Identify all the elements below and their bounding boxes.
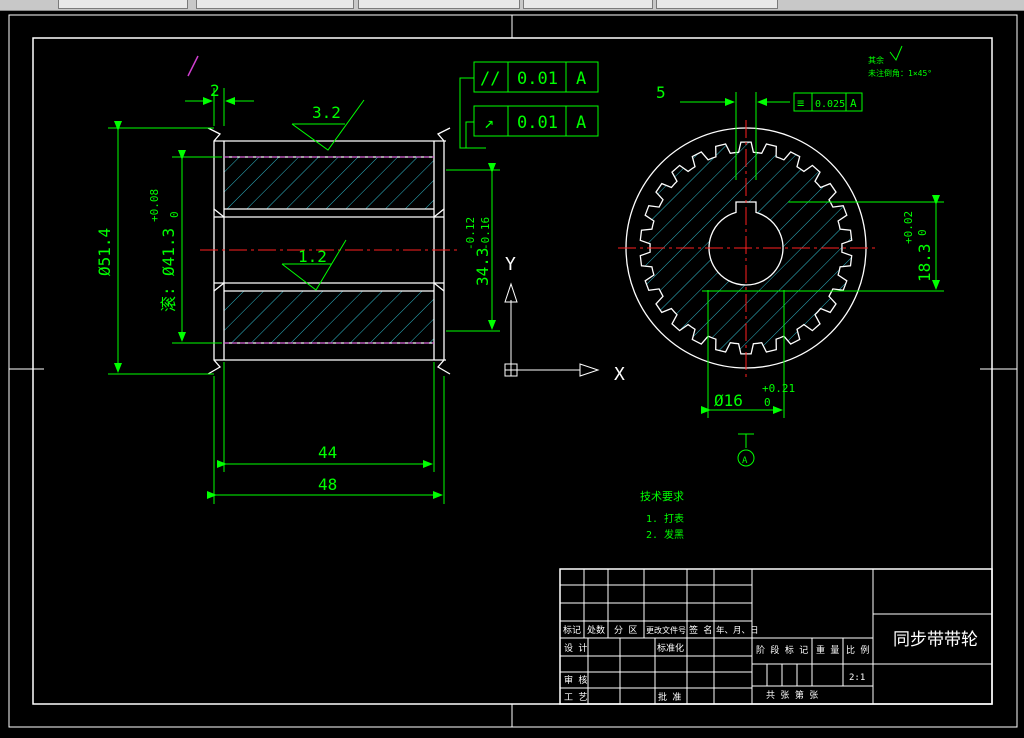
tb-header: 签 名 bbox=[689, 624, 712, 636]
tb-header: 处数 bbox=[587, 624, 605, 636]
datum-label: A bbox=[742, 456, 748, 466]
window-tab-strip bbox=[0, 0, 1024, 11]
dim-width-inner: 44 bbox=[318, 443, 337, 462]
tb-stage: 阶 段 标 记 bbox=[756, 644, 808, 656]
roughness-note: 其余 未注倒角：1×45° bbox=[868, 45, 932, 78]
tolerance-frame-symmetry: ≡ 0.025 A bbox=[793, 92, 863, 112]
axis-x-label: X bbox=[614, 364, 625, 385]
tech-requirements-heading: 技术要求 bbox=[640, 490, 684, 503]
dim-tooth-tol-upper: -0.12 bbox=[464, 217, 477, 250]
hatch-upper bbox=[224, 157, 434, 209]
dim-bore-diameter: Ø41.3 bbox=[159, 228, 178, 276]
dim-bore-prefix: 滚: bbox=[159, 286, 178, 312]
axis-y-label: Y bbox=[505, 254, 516, 275]
drawing-canvas[interactable]: 2 3.2 1.2 44 48 Ø51.4 滚: Ø41.3 +0.08 0 3… bbox=[0, 11, 1024, 734]
window-tab[interactable] bbox=[196, 0, 354, 9]
tolerance-datum: A bbox=[576, 113, 586, 133]
dim-key-tol-lower: 0 bbox=[916, 229, 929, 236]
tech-requirement-item: 2. 发黑 bbox=[646, 528, 684, 541]
tolerance-frame-parallel: // 0.01 A bbox=[473, 61, 599, 93]
tolerance-frame-runout: ↗ 0.01 A bbox=[473, 105, 599, 137]
tolerance-symbol: ↗ bbox=[484, 113, 494, 133]
tb-header: 年、月、日 bbox=[716, 625, 759, 636]
dim-hole-tol-upper: +0.21 bbox=[762, 382, 795, 395]
tb-row-label: 设 计 bbox=[564, 642, 587, 654]
tb-weight: 重 量 bbox=[816, 644, 839, 656]
ucs-icon: X Y bbox=[504, 254, 625, 385]
dim-key-width: 5 bbox=[656, 83, 666, 102]
tb-ratio: 比 例 bbox=[846, 644, 869, 656]
tolerance-value: 0.01 bbox=[517, 113, 558, 133]
window-tab[interactable] bbox=[523, 0, 653, 9]
tb-row-label: 工 艺 bbox=[564, 692, 587, 703]
dim-bore-tol-upper: +0.08 bbox=[148, 189, 161, 222]
tb-header: 更改文件号 bbox=[646, 625, 686, 635]
tb-scale: 2:1 bbox=[849, 673, 865, 683]
tb-header: 标记 bbox=[563, 624, 581, 636]
dim-key-depth: 18.3 bbox=[915, 243, 934, 282]
sheet-inner-border bbox=[32, 37, 993, 705]
window-tab[interactable] bbox=[58, 0, 188, 9]
tolerance-symbol: // bbox=[480, 69, 500, 89]
tolerance-value: 0.025 bbox=[815, 99, 845, 110]
tolerance-datum: A bbox=[576, 69, 586, 89]
dim-roughness-top: 3.2 bbox=[312, 103, 341, 122]
sheet-outer-border bbox=[8, 14, 1018, 728]
tb-row-label: 批 准 bbox=[658, 691, 681, 703]
dim-outer-diameter: Ø51.4 bbox=[95, 228, 114, 276]
dim-tooth-tol-lower: -0.16 bbox=[479, 217, 492, 250]
tb-header: 分 区 bbox=[614, 625, 637, 636]
left-view-dim-text: 2 3.2 1.2 44 48 Ø51.4 滚: Ø41.3 +0.08 0 3… bbox=[95, 81, 492, 494]
tb-row-label: 审 核 bbox=[564, 674, 587, 686]
dim-flange-width: 2 bbox=[210, 81, 220, 100]
dim-key-tol-upper: +0.02 bbox=[902, 211, 915, 244]
dim-hole-diameter: Ø16 bbox=[714, 391, 743, 410]
drawing-title: 同步带带轮 bbox=[893, 630, 978, 650]
tolerance-datum: A bbox=[850, 97, 857, 110]
dim-bore-tol-lower: 0 bbox=[168, 211, 181, 218]
tb-row-label: 标准化 bbox=[657, 642, 684, 654]
pulley-section-view bbox=[200, 127, 460, 375]
tech-requirements: 技术要求 1. 打表 2. 发黑 bbox=[640, 490, 684, 541]
section-mark bbox=[187, 55, 199, 77]
hatch-lower bbox=[224, 291, 434, 343]
window-tab[interactable] bbox=[656, 0, 778, 9]
tolerance-value: 0.01 bbox=[517, 69, 558, 89]
dim-roughness-bore: 1.2 bbox=[298, 247, 327, 266]
roughness-note-line2: 未注倒角：1×45° bbox=[868, 68, 932, 78]
window-tab[interactable] bbox=[358, 0, 520, 9]
dim-tooth-length: 34.3 bbox=[473, 247, 492, 286]
roughness-note-line1: 其余 bbox=[868, 55, 884, 65]
tb-sheets: 共 张 第 张 bbox=[766, 689, 818, 701]
dim-width-outer: 48 bbox=[318, 475, 337, 494]
tolerance-symbol: ≡ bbox=[797, 96, 804, 110]
tech-requirement-item: 1. 打表 bbox=[646, 512, 684, 525]
dim-hole-tol-lower: 0 bbox=[764, 396, 771, 409]
pulley-end-view bbox=[618, 120, 876, 378]
